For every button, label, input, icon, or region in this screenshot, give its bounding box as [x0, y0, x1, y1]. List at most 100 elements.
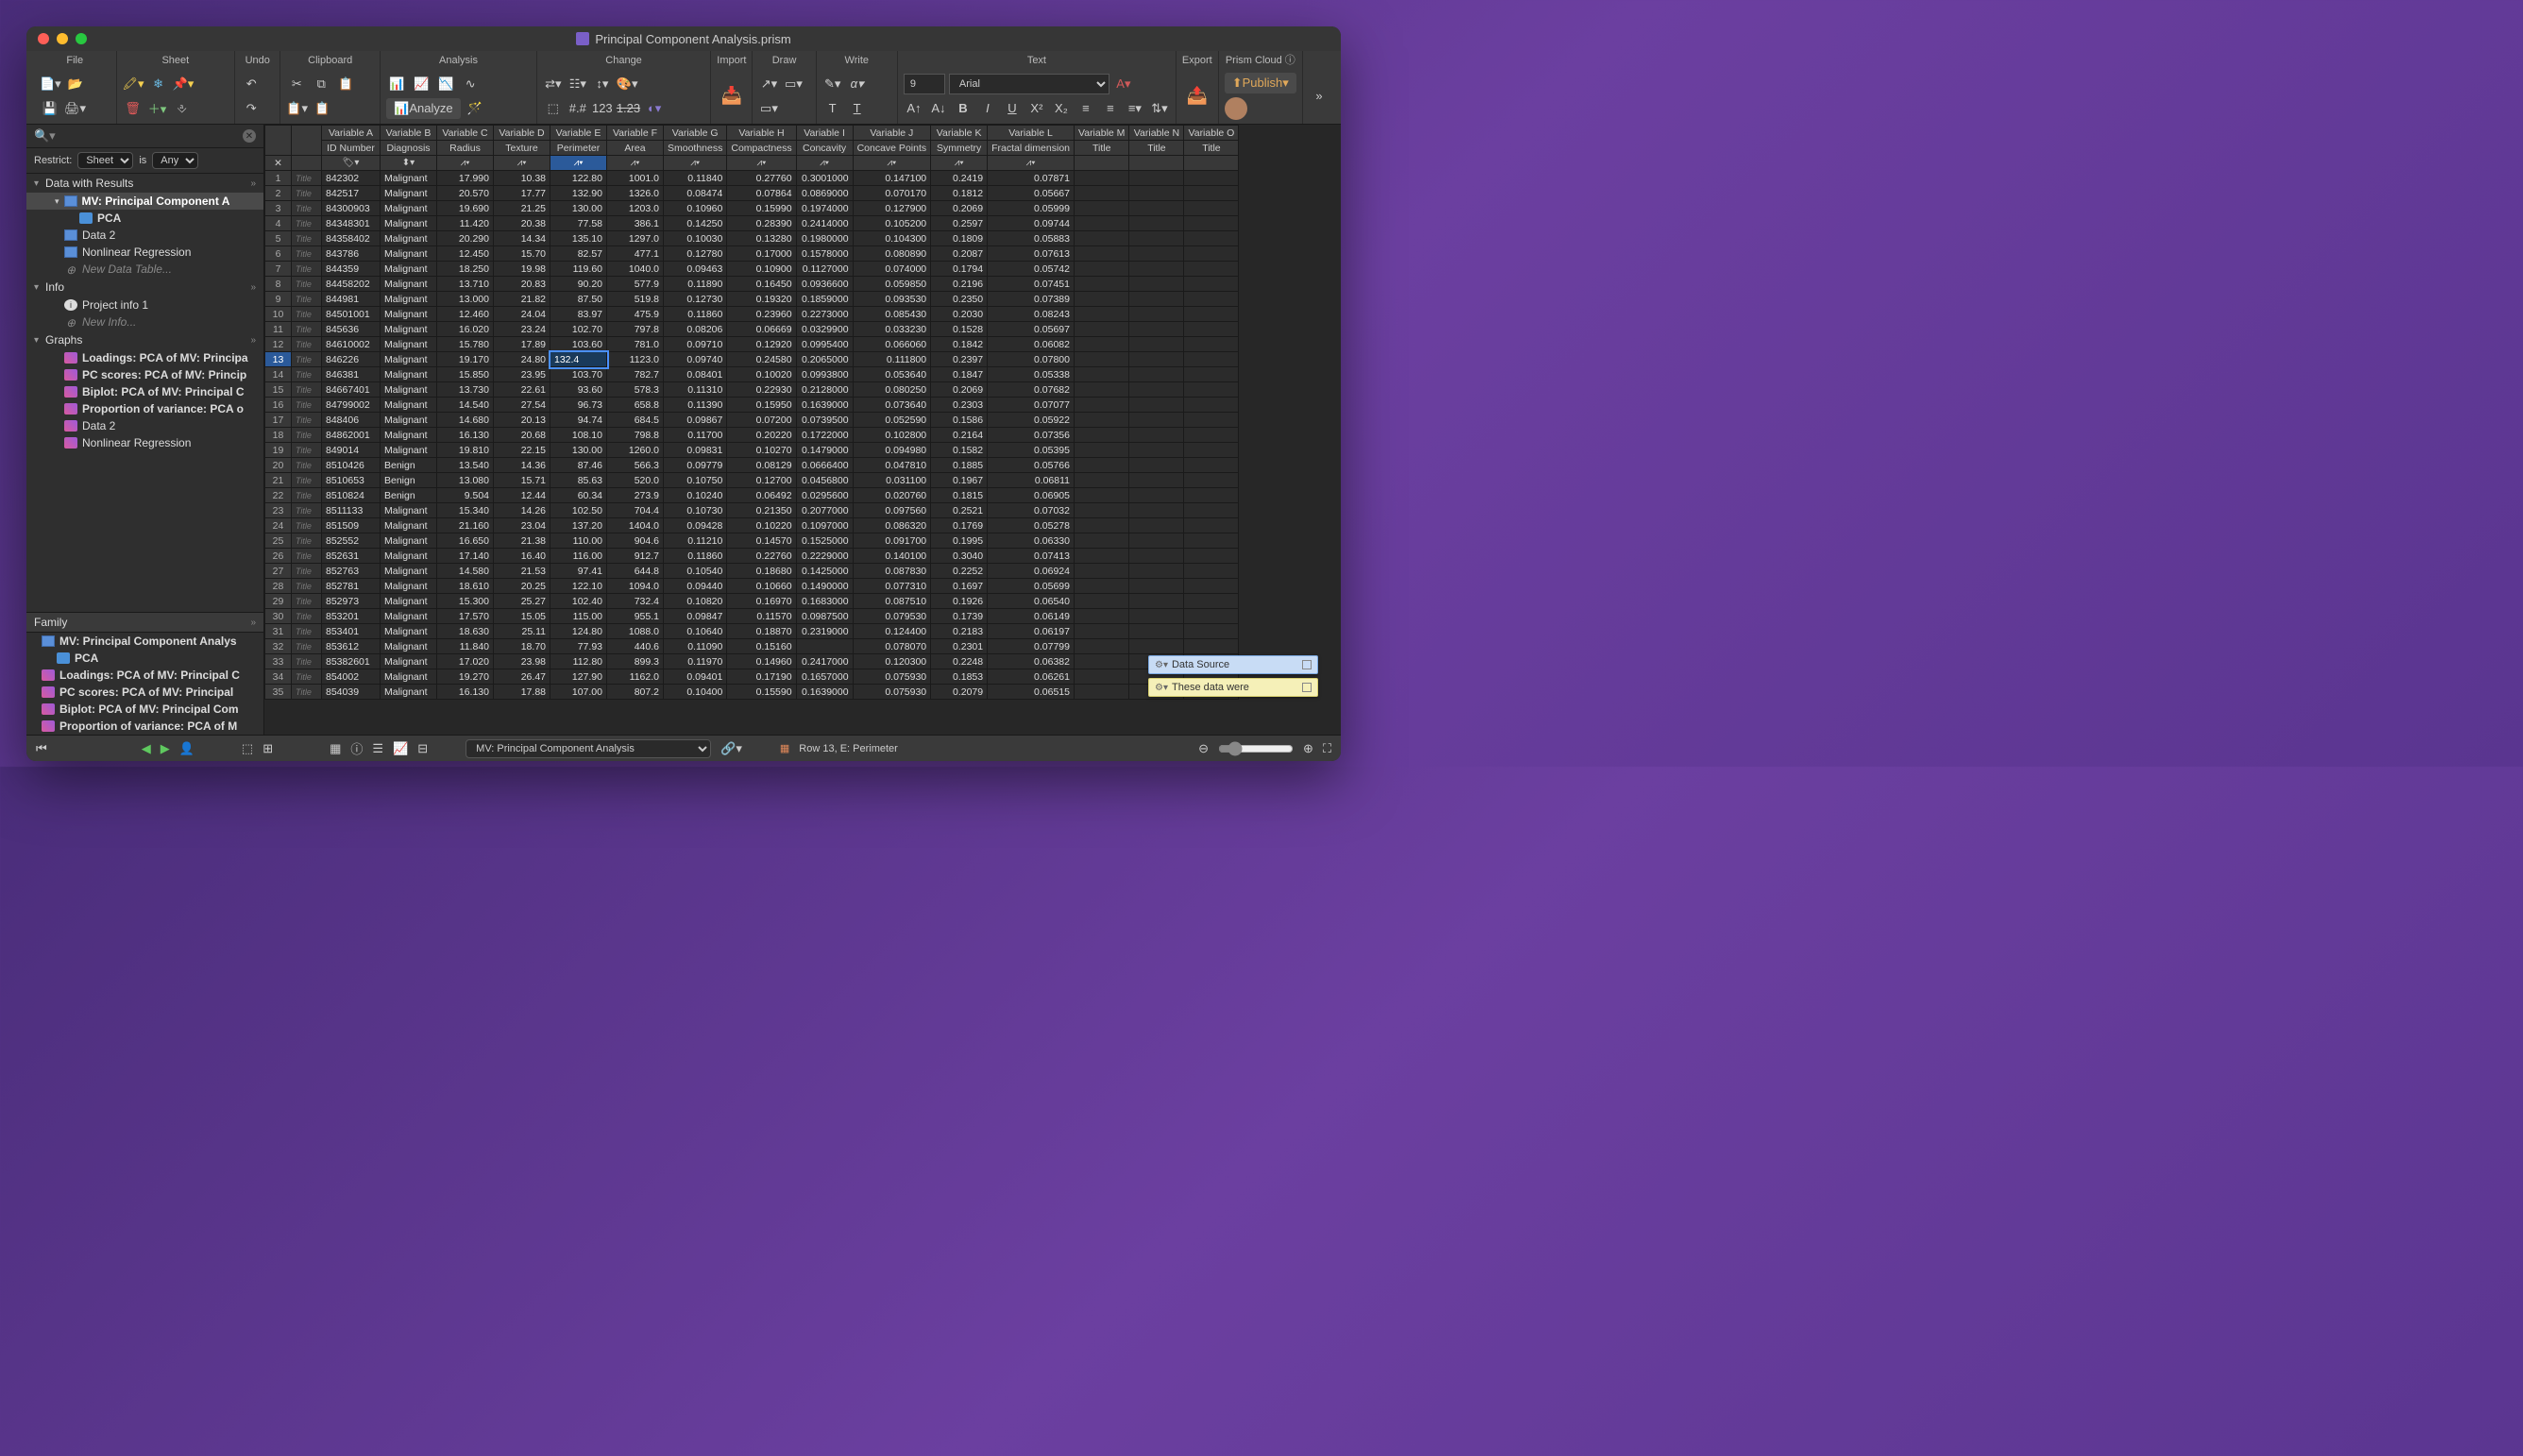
- cell[interactable]: 0.06540: [988, 594, 1075, 609]
- cell[interactable]: Benign: [381, 473, 437, 488]
- cell[interactable]: 0.05278: [988, 518, 1075, 533]
- cell[interactable]: 475.9: [607, 307, 664, 322]
- cell[interactable]: 83.97: [550, 307, 607, 322]
- align-left-button[interactable]: ≡: [1075, 98, 1096, 119]
- cell[interactable]: 386.1: [607, 216, 664, 231]
- cell[interactable]: 0.2229000: [796, 549, 853, 564]
- font-name-select[interactable]: Arial: [949, 74, 1109, 94]
- cell[interactable]: [796, 639, 853, 654]
- cell[interactable]: 0.10750: [664, 473, 727, 488]
- cell[interactable]: 10.38: [494, 171, 550, 186]
- cell[interactable]: 854002: [322, 669, 381, 685]
- cell[interactable]: 19.170: [437, 352, 494, 367]
- cell[interactable]: 84300903: [322, 201, 381, 216]
- nav-graph-data2[interactable]: Data 2: [26, 417, 263, 434]
- cell[interactable]: 0.2419: [931, 171, 988, 186]
- row-number[interactable]: 32: [265, 639, 292, 654]
- zoom-slider[interactable]: [1218, 741, 1294, 756]
- cell[interactable]: 25.27: [494, 594, 550, 609]
- row-number[interactable]: 6: [265, 246, 292, 262]
- cell[interactable]: [1129, 398, 1184, 413]
- cell[interactable]: 1001.0: [607, 171, 664, 186]
- nav-pca-result[interactable]: PCA: [26, 210, 263, 227]
- cell[interactable]: 0.0456800: [796, 473, 853, 488]
- cell[interactable]: 102.50: [550, 503, 607, 518]
- cell[interactable]: 0.0995400: [796, 337, 853, 352]
- cell[interactable]: 0.1794: [931, 262, 988, 277]
- cell[interactable]: 0.10900: [727, 262, 796, 277]
- new-file-button[interactable]: 📄▾: [40, 74, 61, 94]
- row-title-cell[interactable]: Title: [292, 171, 322, 186]
- cell[interactable]: 0.06924: [988, 564, 1075, 579]
- col-type-selector[interactable]: ⬍▾: [381, 156, 437, 171]
- cell[interactable]: [1184, 216, 1239, 231]
- col-header-name[interactable]: Area: [607, 141, 664, 156]
- col-header-name[interactable]: Radius: [437, 141, 494, 156]
- cell[interactable]: 11.840: [437, 639, 494, 654]
- cell[interactable]: 0.0295600: [796, 488, 853, 503]
- cell[interactable]: [1129, 171, 1184, 186]
- row-number[interactable]: 25: [265, 533, 292, 549]
- col-header-name[interactable]: Texture: [494, 141, 550, 156]
- cell[interactable]: 852781: [322, 579, 381, 594]
- cell[interactable]: 0.09867: [664, 413, 727, 428]
- cell[interactable]: 0.08206: [664, 322, 727, 337]
- cell[interactable]: [1129, 262, 1184, 277]
- cell[interactable]: 0.033230: [853, 322, 931, 337]
- cell[interactable]: [1075, 579, 1129, 594]
- cell[interactable]: 94.74: [550, 413, 607, 428]
- font-smaller-button[interactable]: A↓: [928, 98, 949, 119]
- cell[interactable]: 8510653: [322, 473, 381, 488]
- cell[interactable]: 12.450: [437, 246, 494, 262]
- cell[interactable]: 20.570: [437, 186, 494, 201]
- cell[interactable]: [1184, 201, 1239, 216]
- cell[interactable]: 84610002: [322, 337, 381, 352]
- line-spacing-button[interactable]: ⇅▾: [1149, 98, 1170, 119]
- row-title-cell[interactable]: Title: [292, 277, 322, 292]
- cell[interactable]: 85382601: [322, 654, 381, 669]
- cell[interactable]: 0.1974000: [796, 201, 853, 216]
- cell[interactable]: [1075, 171, 1129, 186]
- cell[interactable]: [1075, 624, 1129, 639]
- cell[interactable]: 0.07682: [988, 382, 1075, 398]
- cell[interactable]: 0.124400: [853, 624, 931, 639]
- cell[interactable]: 8510824: [322, 488, 381, 503]
- row-number[interactable]: 8: [265, 277, 292, 292]
- cell[interactable]: 15.70: [494, 246, 550, 262]
- analysis-btn-3[interactable]: 📉: [435, 74, 456, 94]
- cell[interactable]: 0.0739500: [796, 413, 853, 428]
- cell[interactable]: [1075, 473, 1129, 488]
- col-header-var[interactable]: Variable J: [853, 126, 931, 141]
- cell[interactable]: [1075, 352, 1129, 367]
- cell[interactable]: 85.63: [550, 473, 607, 488]
- row-title-cell[interactable]: Title: [292, 624, 322, 639]
- cell[interactable]: 0.087510: [853, 594, 931, 609]
- analysis-btn-2[interactable]: 📈: [411, 74, 432, 94]
- cell[interactable]: Malignant: [381, 367, 437, 382]
- cell[interactable]: 0.1097000: [796, 518, 853, 533]
- cell[interactable]: 11.420: [437, 216, 494, 231]
- cell[interactable]: [1184, 186, 1239, 201]
- cell[interactable]: 852763: [322, 564, 381, 579]
- cell[interactable]: 1404.0: [607, 518, 664, 533]
- col-type-selector[interactable]: ⩘▾: [437, 156, 494, 171]
- cell[interactable]: 16.650: [437, 533, 494, 549]
- cell[interactable]: 578.3: [607, 382, 664, 398]
- cell[interactable]: [1075, 262, 1129, 277]
- col-header-var[interactable]: Variable H: [727, 126, 796, 141]
- cell[interactable]: [1184, 533, 1239, 549]
- cell[interactable]: 0.2196: [931, 277, 988, 292]
- col-header-var[interactable]: Variable D: [494, 126, 550, 141]
- cell[interactable]: 102.70: [550, 322, 607, 337]
- cell[interactable]: 0.047810: [853, 458, 931, 473]
- cell[interactable]: [1129, 624, 1184, 639]
- print-button[interactable]: 🖨▾: [64, 98, 86, 119]
- cell[interactable]: 14.36: [494, 458, 550, 473]
- cell[interactable]: 0.1586: [931, 413, 988, 428]
- cell[interactable]: 0.11390: [664, 398, 727, 413]
- add-sheet-button[interactable]: ＋▾: [147, 98, 168, 119]
- row-number[interactable]: 14: [265, 367, 292, 382]
- cell[interactable]: 852631: [322, 549, 381, 564]
- cell[interactable]: 0.1722000: [796, 428, 853, 443]
- col-header-var[interactable]: Variable O: [1184, 126, 1239, 141]
